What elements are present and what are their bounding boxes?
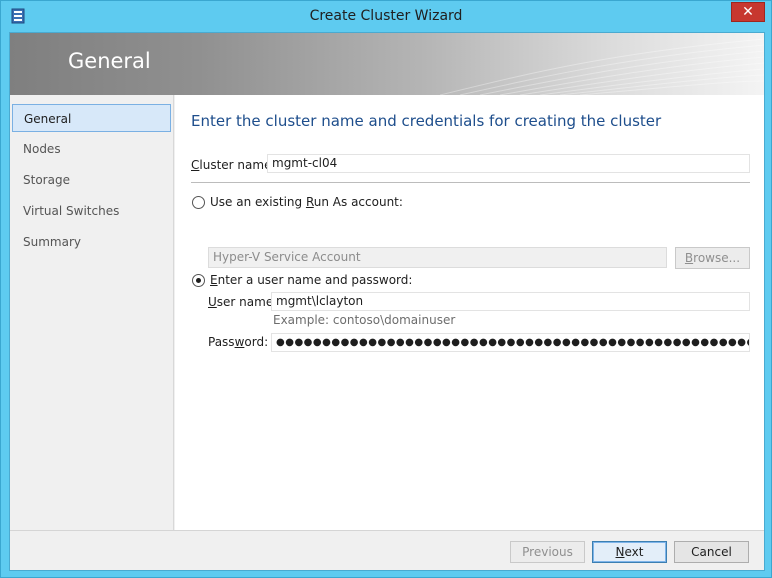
banner-title: General <box>68 49 151 73</box>
next-button[interactable]: Next <box>592 541 667 563</box>
password-input[interactable]: ●●●●●●●●●●●●●●●●●●●●●●●●●●●●●●●●●●●●●●●●… <box>271 333 750 352</box>
username-example: Example: contoso\domainuser <box>273 313 456 327</box>
username-label: User name: <box>208 295 278 309</box>
nav-item-storage[interactable]: Storage <box>12 166 171 194</box>
title-bar[interactable]: Create Cluster Wizard ✕ <box>1 1 771 32</box>
window-title: Create Cluster Wizard <box>309 8 463 24</box>
userpass-label[interactable]: Enter a user name and password: <box>210 273 412 287</box>
nav-item-summary[interactable]: Summary <box>12 228 171 256</box>
header-banner: General <box>10 33 764 95</box>
nav-item-virtual-switches[interactable]: Virtual Switches <box>12 197 171 225</box>
wizard-nav: General Nodes Storage Virtual Switches S… <box>10 95 174 530</box>
runas-account-field: Hyper-V Service Account <box>208 247 667 268</box>
browse-button: Browse... <box>675 247 750 269</box>
wizard-footer: Previous Next Cancel <box>10 530 764 570</box>
password-label: Password: <box>208 335 269 349</box>
nav-item-general[interactable]: General <box>12 104 171 132</box>
cancel-button[interactable]: Cancel <box>674 541 749 563</box>
runas-account-radio[interactable] <box>192 196 205 209</box>
page-heading: Enter the cluster name and credentials f… <box>191 112 662 130</box>
separator <box>191 182 750 183</box>
wizard-window: Create Cluster Wizard ✕ General General <box>0 0 772 578</box>
nav-item-nodes[interactable]: Nodes <box>12 135 171 163</box>
previous-button: Previous <box>510 541 585 563</box>
close-button[interactable]: ✕ <box>731 2 765 22</box>
wizard-content: Enter the cluster name and credentials f… <box>175 95 764 530</box>
close-icon: ✕ <box>742 4 754 20</box>
cluster-name-label: Cluster name: <box>191 158 276 172</box>
runas-account-label[interactable]: Use an existing Run As account: <box>210 195 403 209</box>
wizard-client-area: General General Nodes Storage Virtual Sw… <box>9 32 765 571</box>
username-input[interactable]: mgmt\lclayton <box>271 292 750 311</box>
radio-selected-dot <box>196 278 201 283</box>
userpass-radio[interactable] <box>192 274 205 287</box>
cluster-name-input[interactable]: mgmt-cl04 <box>267 154 750 173</box>
